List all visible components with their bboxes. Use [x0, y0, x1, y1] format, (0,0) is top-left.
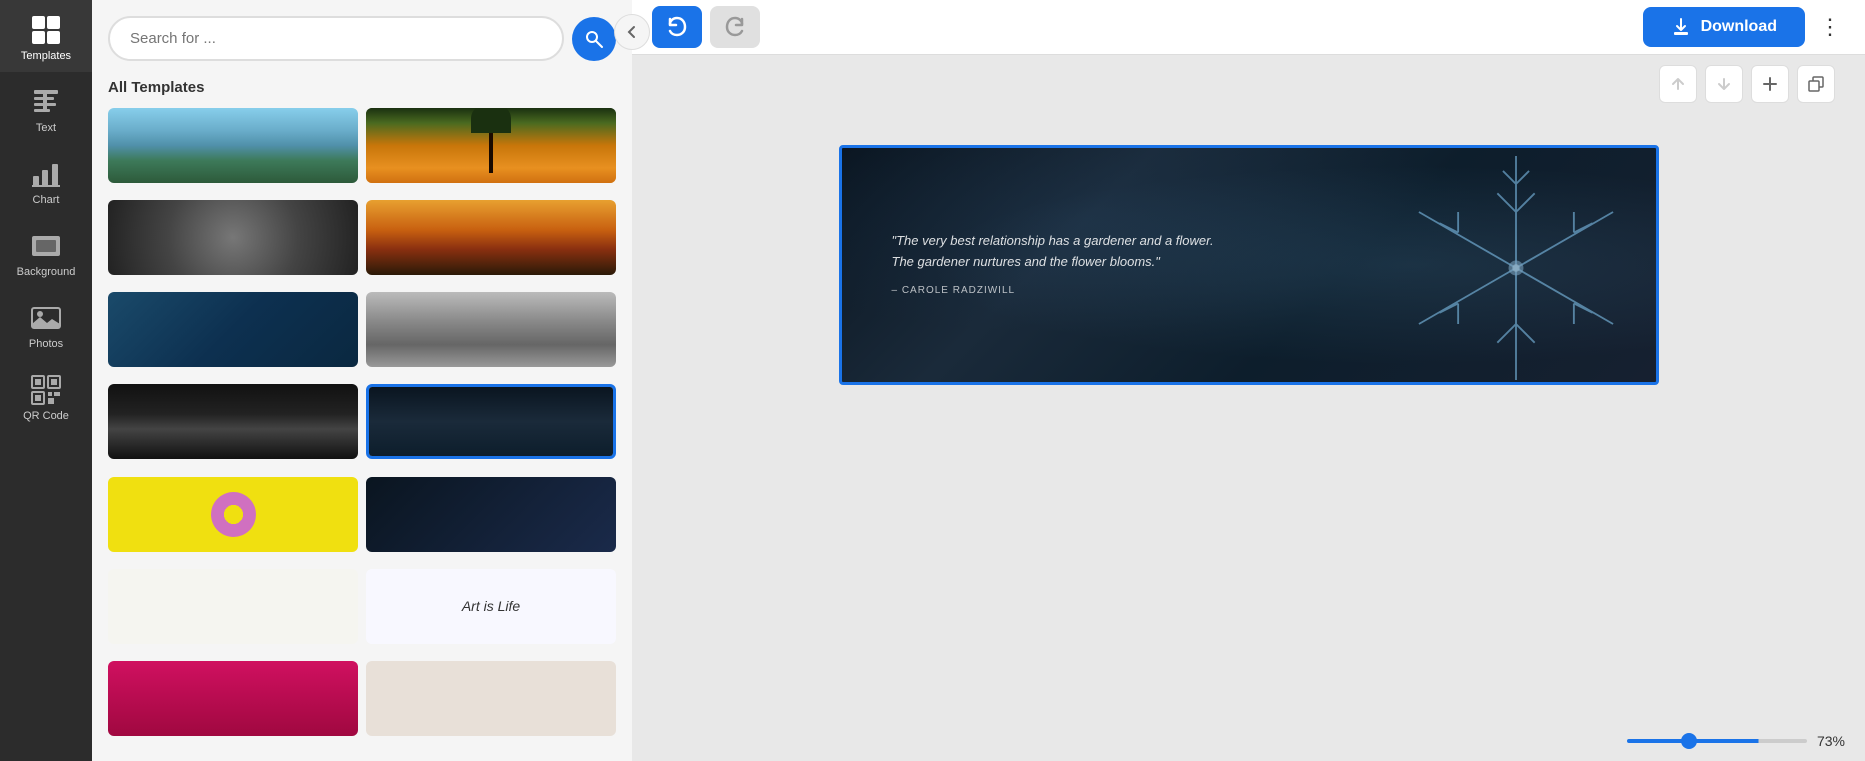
canvas-workspace: "The very best relationship has a garden…	[632, 55, 1865, 721]
sidebar-item-text[interactable]: Text	[0, 72, 92, 144]
zoom-slider[interactable]	[1627, 739, 1807, 743]
undo-redo-group	[652, 6, 760, 48]
section-title: All Templates	[92, 71, 632, 108]
sidebar-item-text-label: Text	[36, 122, 56, 134]
search-input[interactable]	[108, 16, 564, 61]
template-thumb-bubbles[interactable]	[108, 200, 358, 275]
sidebar-item-qrcode[interactable]: QR Code	[0, 360, 92, 432]
plus-icon	[1762, 76, 1778, 92]
duplicate-section-button[interactable]	[1797, 65, 1835, 103]
main-card[interactable]: "The very best relationship has a garden…	[839, 145, 1659, 385]
sidebar-item-background-label: Background	[17, 266, 76, 278]
sidebar: Templates Text Chart Background	[0, 0, 92, 761]
template-thumb-desert[interactable]	[366, 200, 616, 275]
chart-icon	[30, 158, 62, 190]
templates-panel: All Templates	[92, 0, 632, 761]
qr-icon	[30, 374, 62, 406]
chevron-left-icon	[625, 25, 639, 39]
photos-icon	[30, 302, 62, 334]
template-thumb-donut[interactable]	[108, 477, 358, 552]
template-thumb-art1[interactable]	[108, 569, 358, 644]
quote-author: – CAROLE RADZIWILL	[892, 283, 1232, 299]
sidebar-item-templates[interactable]: Templates	[0, 0, 92, 72]
text-icon	[30, 86, 62, 118]
main-area: Download ⋮	[632, 0, 1865, 761]
bottom-bar: 73%	[632, 721, 1865, 761]
template-thumb-cherry[interactable]	[366, 661, 616, 736]
add-section-button[interactable]	[1751, 65, 1789, 103]
template-thumb-forest[interactable]	[366, 108, 616, 183]
template-thumb-pink[interactable]	[108, 661, 358, 736]
sidebar-item-qrcode-label: QR Code	[23, 410, 69, 422]
template-thumb-fabric[interactable]	[108, 292, 358, 367]
search-icon	[584, 29, 604, 49]
arrow-down-icon	[1716, 76, 1732, 92]
duplicate-icon	[1808, 76, 1824, 92]
sidebar-item-chart[interactable]: Chart	[0, 144, 92, 216]
template-thumb-dark-wave[interactable]	[108, 384, 358, 459]
sidebar-item-chart-label: Chart	[33, 194, 60, 206]
sidebar-item-photos-label: Photos	[29, 338, 63, 350]
download-label: Download	[1701, 18, 1777, 36]
sidebar-item-photos[interactable]: Photos	[0, 288, 92, 360]
move-down-button[interactable]	[1705, 65, 1743, 103]
download-button[interactable]: Download	[1643, 7, 1805, 47]
template-thumb-snowflake[interactable]	[366, 384, 616, 459]
search-button[interactable]	[572, 17, 616, 61]
sidebar-item-background[interactable]: Background	[0, 216, 92, 288]
move-up-button[interactable]	[1659, 65, 1697, 103]
quote-main-text: "The very best relationship has a garden…	[892, 231, 1232, 273]
template-thumb-art2[interactable]: Art is Life	[366, 569, 616, 644]
top-right-group: Download ⋮	[1643, 7, 1845, 47]
top-bar: Download ⋮	[632, 0, 1865, 55]
arrow-up-icon	[1670, 76, 1686, 92]
redo-button[interactable]	[710, 6, 760, 48]
sidebar-item-templates-label: Templates	[21, 50, 71, 62]
quote-content: "The very best relationship has a garden…	[892, 231, 1232, 299]
search-bar	[92, 0, 632, 71]
template-thumb-mountains[interactable]	[108, 108, 358, 183]
snowflake-decoration	[1356, 145, 1659, 385]
more-options-button[interactable]: ⋮	[1815, 14, 1845, 40]
undo-button[interactable]	[652, 6, 702, 48]
collapse-panel-button[interactable]	[614, 14, 650, 50]
template-thumb-tech[interactable]	[366, 477, 616, 552]
grid-icon	[30, 14, 62, 46]
float-toolbar	[1659, 65, 1835, 103]
template-thumb-rocks[interactable]	[366, 292, 616, 367]
templates-grid: Art is Life	[92, 108, 632, 761]
undo-icon	[666, 16, 688, 38]
redo-icon	[724, 16, 746, 38]
background-icon	[30, 230, 62, 262]
zoom-label: 73%	[1817, 733, 1845, 749]
download-icon	[1671, 17, 1691, 37]
